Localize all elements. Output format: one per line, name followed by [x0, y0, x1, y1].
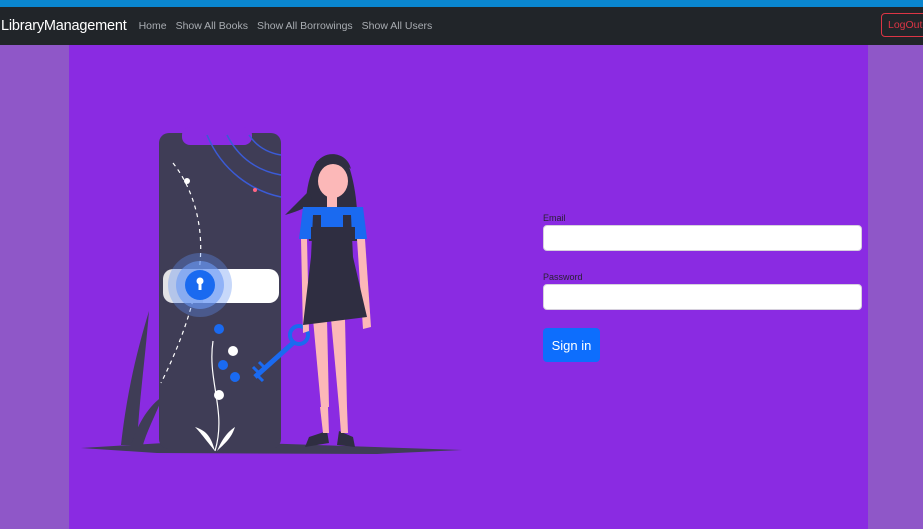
nav-link-show-all-books[interactable]: Show All Books — [176, 20, 248, 32]
password-input[interactable] — [543, 284, 862, 310]
nav-link-home[interactable]: Home — [139, 20, 167, 32]
unlock-illustration-icon — [81, 127, 462, 454]
nav-links: Home Show All Books Show All Borrowings … — [139, 20, 442, 32]
nav-link-show-all-users[interactable]: Show All Users — [362, 20, 433, 32]
logout-button[interactable]: LogOut — [881, 13, 923, 37]
nav-link-show-all-borrowings[interactable]: Show All Borrowings — [257, 20, 353, 32]
email-label: Email — [543, 213, 566, 223]
field-spacer — [543, 251, 862, 272]
password-label: Password — [543, 272, 583, 282]
sign-in-button[interactable]: Sign in — [543, 328, 600, 362]
navbar: LibraryManagement Home Show All Books Sh… — [0, 7, 923, 45]
brand-link[interactable]: LibraryManagement — [1, 18, 127, 34]
main-content: Email Password Sign in — [69, 45, 868, 529]
login-form: Email Password Sign in — [543, 213, 862, 362]
page-frame: LibraryManagement Home Show All Books Sh… — [0, 7, 923, 529]
email-input[interactable] — [543, 225, 862, 251]
